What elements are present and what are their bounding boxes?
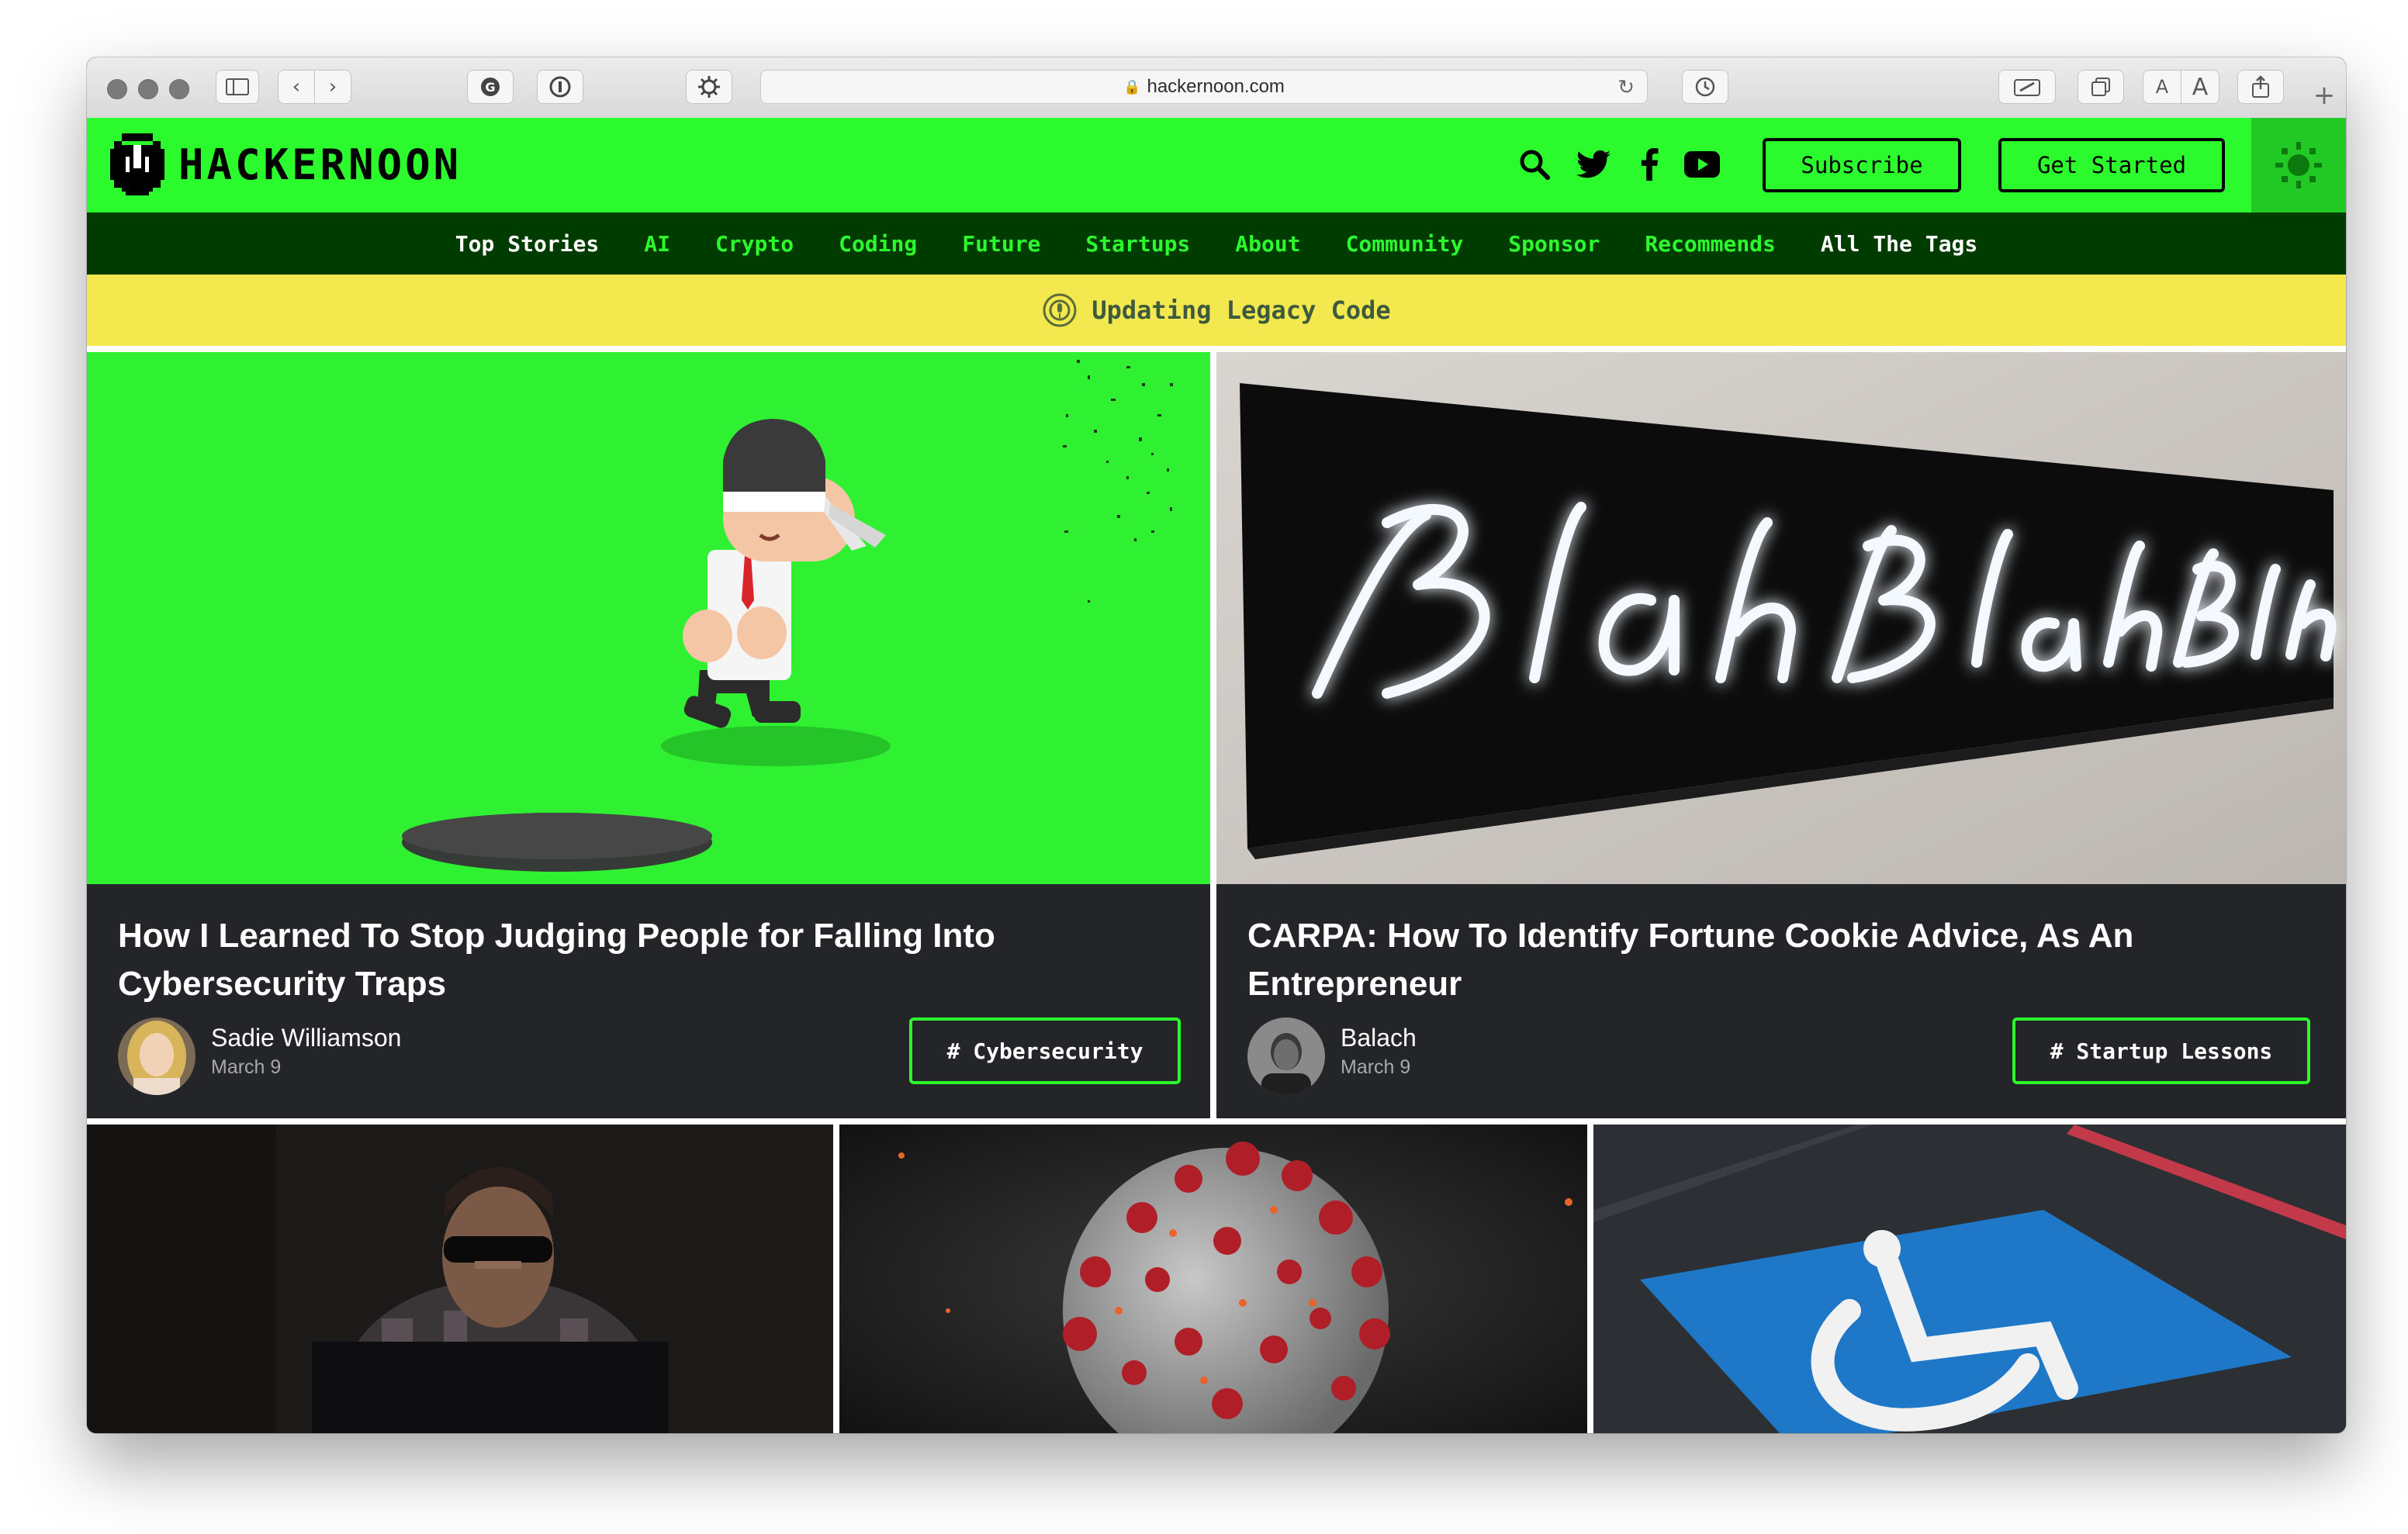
theme-toggle-button[interactable] [2251,118,2346,212]
story-cover-image[interactable] [87,352,1210,884]
hackernoon-logo-icon[interactable] [110,133,164,195]
nav-item-coding[interactable]: Coding [839,231,917,257]
story-title[interactable]: CARPA: How To Identify Fortune Cookie Ad… [1247,912,2302,1008]
history-button[interactable] [1682,70,1728,104]
youtube-icon [1684,151,1720,178]
browser-toolbar: ‹ › G 🔒 hackernoon.com ↻ A A + [87,57,2346,119]
share-button[interactable] [2237,70,2284,104]
featured-story-card[interactable]: CARPA: How To Identify Fortune Cookie Ad… [1216,352,2346,1118]
story-title[interactable]: How I Learned To Stop Judging People for… [118,912,1173,1008]
sidebar-icon [226,78,249,95]
nav-item-community[interactable]: Community [1346,231,1464,257]
gear-icon [698,76,720,98]
accessible-parking-photo [1593,1125,2346,1433]
divider [1210,352,1216,1125]
site-logo-text[interactable]: HACKERNOON [178,138,462,192]
chevron-right-icon: › [328,75,337,98]
clock-icon [1695,77,1715,97]
author-avatar[interactable] [118,1017,195,1095]
search-button[interactable] [1516,146,1553,183]
sun-icon [2275,142,2322,188]
chevron-left-icon: ‹ [292,75,301,98]
tabs-icon [2091,78,2110,96]
divider [833,1125,839,1433]
nav-item-recommends[interactable]: Recommends [1645,231,1776,257]
pencil-icon [2014,79,2040,96]
reload-icon[interactable]: ↻ [1617,75,1635,99]
neon-sign-photo [1216,352,2346,884]
markup-button[interactable] [1998,70,2056,104]
text-larger-label: A [2192,73,2209,101]
facebook-icon [1641,148,1659,181]
share-icon [2252,75,2269,98]
story-date: March 9 [1341,1056,1411,1078]
facebook-link[interactable] [1631,146,1668,183]
tabs-overview-button[interactable] [2078,70,2124,104]
podcast-icon [1043,293,1077,327]
nav-item-crypto[interactable]: Crypto [715,231,794,257]
subscribe-button[interactable]: Subscribe [1763,138,1961,192]
nav-item-about[interactable]: About [1235,231,1300,257]
lock-icon: 🔒 [1123,78,1141,95]
minimize-window-button[interactable] [138,79,158,99]
story-thumbnail[interactable] [1593,1125,2346,1433]
avatar-photo [1247,1017,1325,1095]
text-smaller-label: A [2155,76,2169,98]
grammarly-extension-button[interactable]: G [467,70,514,104]
story-tag-button[interactable]: # Startup Lessons [2012,1017,2310,1084]
story-date: March 9 [211,1056,282,1078]
hacker-at-laptop-photo [87,1125,833,1433]
nav-item-startups[interactable]: Startups [1085,231,1190,257]
text-larger-button[interactable]: A [2181,70,2219,104]
nav-item-future[interactable]: Future [962,231,1040,257]
twitter-icon [1576,150,1611,178]
story-thumbnail[interactable] [839,1125,1587,1433]
nav-item-ai[interactable]: AI [644,231,670,257]
sidebar-toggle-button[interactable] [216,70,259,104]
password-manager-icon [549,76,571,98]
youtube-link[interactable] [1683,146,1721,183]
story-thumbnail[interactable] [87,1125,833,1433]
coronavirus-render [839,1125,1587,1433]
divider [87,346,2346,352]
story-cover-image[interactable] [1216,352,2346,884]
close-window-button[interactable] [107,79,127,99]
author-avatar[interactable] [1247,1017,1325,1095]
password-manager-extension-button[interactable] [537,70,583,104]
forward-button[interactable]: › [314,70,351,104]
author-name[interactable]: Sadie Williamson [211,1024,401,1052]
story-tag-button[interactable]: # Cybersecurity [909,1017,1181,1084]
announcement-banner[interactable]: Updating Legacy Code [87,275,2346,346]
new-tab-button[interactable]: + [2309,81,2340,112]
grammarly-icon: G [481,78,500,96]
divider [1587,1125,1593,1433]
featured-story-card[interactable]: How I Learned To Stop Judging People for… [87,352,1210,1118]
text-smaller-button[interactable]: A [2143,70,2181,104]
browser-window: ‹ › G 🔒 hackernoon.com ↻ A A + HACKERNOO… [87,57,2346,1433]
twitter-link[interactable] [1575,146,1612,183]
nav-item-top-stories[interactable]: Top Stories [455,231,599,257]
settings-extension-button[interactable] [686,70,732,104]
get-started-button[interactable]: Get Started [1998,138,2225,192]
zoom-window-button[interactable] [169,79,189,99]
search-icon [1520,150,1550,180]
nav-item-sponsor[interactable]: Sponsor [1508,231,1600,257]
url-text: hackernoon.com [1147,76,1285,97]
blindfolded-businessman-illustration [87,352,1210,884]
banner-text: Updating Legacy Code [1092,295,1391,325]
site-header: HACKERNOON Subscribe Get Started [87,118,2346,212]
category-nav: Top Stories AI Crypto Coding Future Star… [87,212,2346,275]
address-bar[interactable]: 🔒 hackernoon.com ↻ [760,70,1648,104]
author-name[interactable]: Balach [1341,1024,1417,1052]
avatar-photo [118,1017,195,1095]
nav-item-all-the-tags[interactable]: All The Tags [1821,231,1977,257]
back-button[interactable]: ‹ [278,70,315,104]
divider [87,1118,2346,1125]
svg-text:G: G [485,80,495,95]
